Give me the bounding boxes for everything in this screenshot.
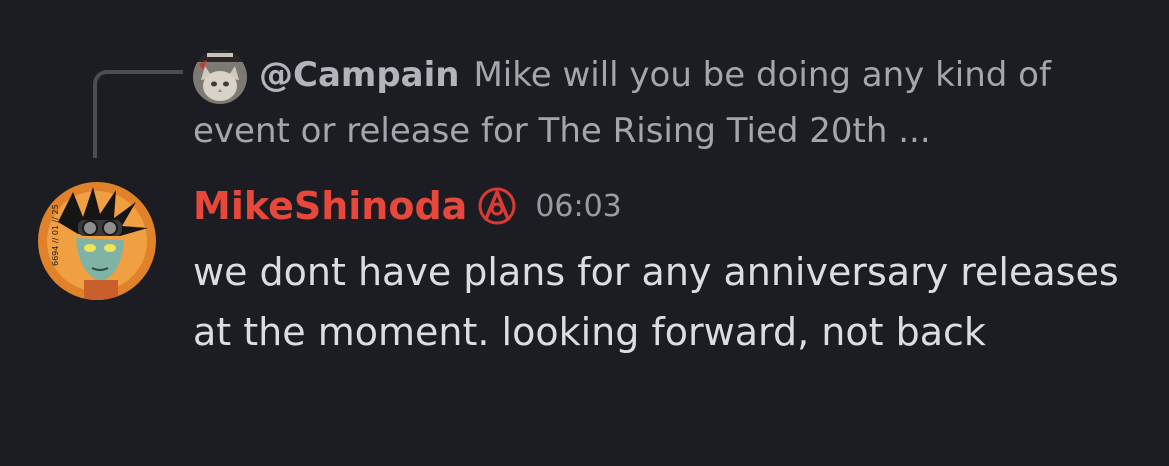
message-header: MikeShinoda 06:03 (193, 178, 622, 234)
cat-avatar-icon (193, 50, 247, 104)
reply-author-name[interactable]: @Campain (259, 55, 459, 95)
reply-connector-line (93, 70, 183, 158)
role-badge-icon[interactable] (477, 186, 517, 226)
author-avatar[interactable]: 6694 // 01 // 25 (38, 182, 156, 300)
svg-text:6694 // 01 // 25: 6694 // 01 // 25 (51, 204, 60, 266)
author-name[interactable]: MikeShinoda (193, 184, 467, 228)
reply-preview-text[interactable]: Mike will you be doing any kind of (473, 55, 1050, 95)
reply-preview-header[interactable]: @Campain Mike will you be doing any kind … (259, 52, 1051, 98)
message-text: we dont have plans for any anniversary r… (193, 250, 1119, 354)
reply-preview-continuation[interactable]: event or release for The Rising Tied 20t… (193, 108, 931, 154)
illustrated-character-avatar-icon: 6694 // 01 // 25 (38, 182, 156, 300)
message-timestamp: 06:03 (535, 188, 622, 224)
reply-avatar[interactable] (193, 50, 247, 104)
